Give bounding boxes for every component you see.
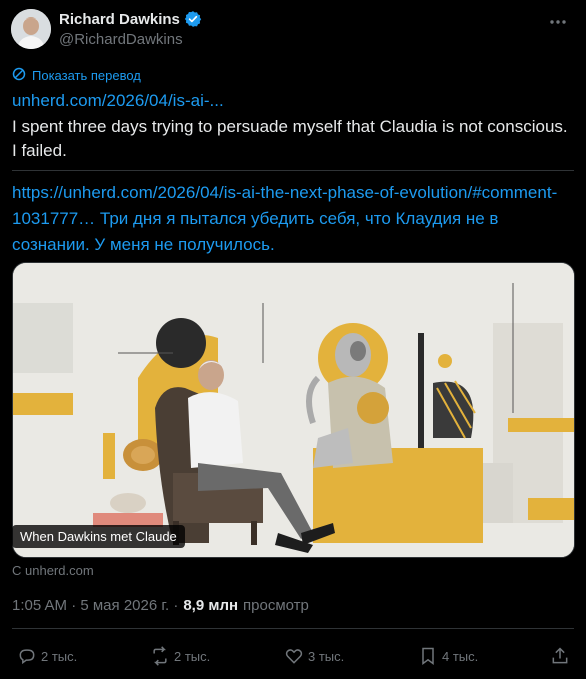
translate-label: Показать перевод: [32, 68, 141, 83]
more-options-icon[interactable]: [548, 12, 568, 32]
media-source[interactable]: С unherd.com: [12, 563, 94, 578]
like-count: 3 тыс.: [308, 648, 345, 664]
post-image[interactable]: [12, 262, 575, 558]
author-handle[interactable]: @RichardDawkins: [59, 31, 183, 48]
repost-count: 2 тыс.: [174, 648, 211, 664]
bookmark-button[interactable]: 4 тыс.: [418, 646, 478, 666]
reply-icon: [17, 646, 37, 666]
post-text: I spent three days trying to persuade my…: [12, 117, 568, 160]
heart-icon: [284, 646, 304, 666]
post-time[interactable]: 1:05 AM · 5 мая 2026 г. ·: [12, 597, 178, 614]
share-button[interactable]: [550, 646, 570, 666]
share-icon: [550, 646, 570, 666]
bookmark-count: 4 тыс.: [442, 648, 479, 664]
translated-text[interactable]: https://unherd.com/2026/04/is-ai-the-nex…: [12, 180, 572, 258]
reply-button[interactable]: 2 тыс.: [17, 646, 77, 666]
repost-button[interactable]: 2 тыс.: [150, 646, 210, 666]
view-label: просмотр: [243, 597, 309, 614]
like-button[interactable]: 3 тыс.: [284, 646, 344, 666]
view-count: 8,9 млн: [183, 597, 239, 614]
post-link[interactable]: unherd.com/2026/04/is-ai-...: [12, 91, 224, 111]
divider: [12, 170, 574, 171]
action-bar: 2 тыс. 2 тыс. 3 тыс. 4 тыс.: [0, 638, 586, 674]
media-caption: When Dawkins met Claude: [12, 525, 185, 548]
avatar[interactable]: [11, 9, 51, 49]
author-name[interactable]: Richard Dawkins: [59, 11, 180, 28]
divider: [12, 628, 574, 629]
repost-icon: [150, 646, 170, 666]
verified-badge-icon: [184, 10, 202, 28]
post-meta: 1:05 AM · 5 мая 2026 г. · 8,9 млн просмо…: [12, 597, 309, 614]
bookmark-icon: [418, 646, 438, 666]
show-translation-link[interactable]: Показать перевод: [12, 67, 141, 84]
reply-count: 2 тыс.: [41, 648, 78, 664]
post-header: Richard Dawkins @RichardDawkins: [0, 0, 586, 60]
translate-icon: [12, 67, 26, 84]
